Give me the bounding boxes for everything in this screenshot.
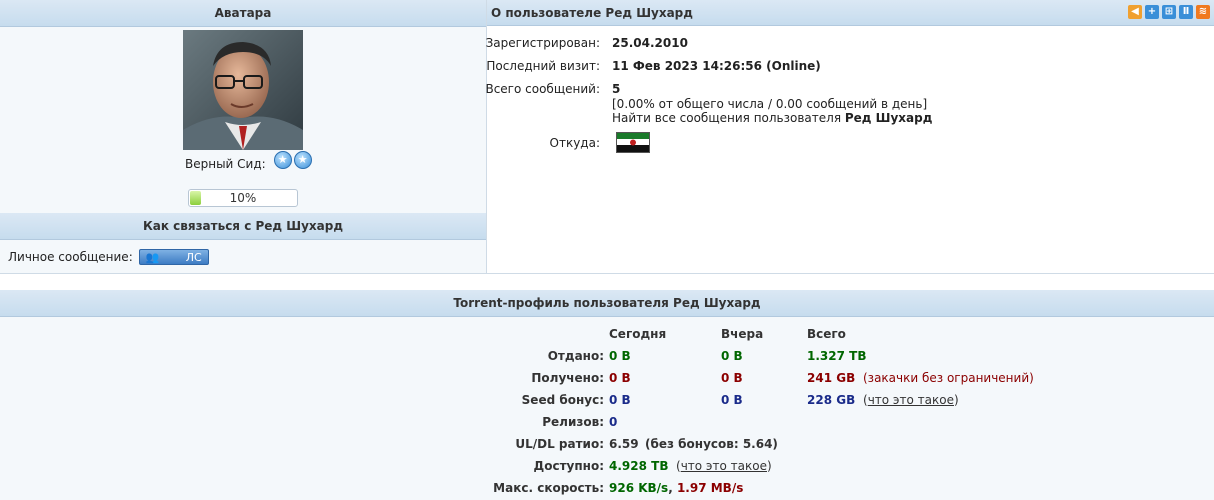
rank-row: Верный Сид: ★ ★ (185, 151, 312, 176)
seed-bonus-label: Seed бонус: (521, 393, 604, 407)
seed-bonus-yesterday: 0 B (721, 393, 743, 407)
pause-icon[interactable]: Ⅱ (1179, 5, 1193, 19)
user-info-header: О пользователе Ред Шухард ◀ + ⊞ Ⅱ ≋ (487, 0, 1214, 26)
available-help: (что это такое) (676, 459, 772, 473)
posts-value: 5 (612, 82, 621, 96)
progress-text: 10% (229, 191, 257, 205)
downloaded-note: (закачки без ограничений) (863, 371, 1034, 385)
feed-icon[interactable]: ≋ (1196, 5, 1210, 19)
pm-label: Личное сообщение: (8, 250, 133, 264)
find-posts-user[interactable]: Ред Шухард (845, 111, 933, 125)
seed-bonus-help-link[interactable]: что это такое (868, 393, 954, 407)
max-speed-sep: , (668, 481, 673, 495)
last-visit-label: Последний визит: (486, 59, 600, 73)
seed-bonus-today: 0 B (609, 393, 631, 407)
user-info-header-text: О пользователе Ред Шухард (491, 6, 693, 20)
torrent-pane (0, 316, 1214, 500)
col-total: Всего (807, 327, 846, 341)
max-speed-up: 926 KB/s (609, 481, 669, 495)
grid-icon[interactable]: ⊞ (1162, 5, 1176, 19)
rank-progress-bar: 10% (188, 189, 298, 207)
pm-button[interactable]: 👥 ЛС (138, 249, 209, 265)
pm-button-label: ЛС (185, 250, 202, 264)
seed-bonus-help: (что это такое) (863, 393, 959, 407)
max-speed-down: 1.97 MB/s (676, 481, 744, 495)
seed-bonus-total: 228 GB (807, 393, 856, 407)
available-help-link[interactable]: что это такое (681, 459, 767, 473)
contact-header: Как связаться с Ред Шухард (0, 213, 486, 240)
downloaded-total: 241 GB (807, 371, 856, 385)
find-posts-prefix: Найти все сообщения пользователя (612, 111, 842, 125)
torrent-header-text: Torrent-профиль пользователя Ред Шухард (453, 296, 761, 310)
uploaded-yesterday: 0 B (721, 349, 743, 363)
releases-value: 0 (609, 415, 618, 429)
avatar-header: Аватара (0, 0, 486, 27)
uploaded-total: 1.327 TB (807, 349, 867, 363)
downloaded-label: Получено: (531, 371, 604, 385)
pm-row: Личное сообщение: 👥 ЛС (8, 249, 209, 265)
rank-label: Верный Сид: (185, 157, 266, 171)
col-today: Сегодня (609, 327, 667, 341)
contact-header-text: Как связаться с Ред Шухард (142, 219, 344, 233)
col-yesterday: Вчера (721, 327, 764, 341)
torrent-header: Torrent-профиль пользователя Ред Шухард (0, 290, 1214, 317)
uploaded-label: Отдано: (547, 349, 604, 363)
available-value: 4.928 TB (609, 459, 669, 473)
avatar-header-text: Аватара (214, 6, 272, 20)
registered-label: Зарегистрирован: (485, 36, 600, 50)
max-speed-value: 926 KB/s, 1.97 MB/s (609, 481, 743, 495)
ratio-label: UL/DL ратио: (515, 437, 604, 451)
posts-label: Всего сообщений: (485, 82, 600, 96)
section-divider (0, 273, 1214, 274)
user-toolbar: ◀ + ⊞ Ⅱ ≋ (1128, 5, 1210, 19)
rank-stars: ★ ★ (273, 151, 312, 169)
location-flag-icon (616, 132, 650, 153)
posts-stats: [0.00% от общего числа / 0.00 сообщений … (612, 97, 928, 111)
users-icon: 👥 (145, 250, 160, 264)
find-posts-link[interactable]: Найти все сообщения пользователя Ред Шух… (612, 111, 932, 125)
available-label: Доступно: (533, 459, 604, 473)
rss-icon[interactable]: ◀ (1128, 5, 1142, 19)
last-visit-value: 11 Фев 2023 14:26:56 (Online) (612, 59, 821, 73)
registered-value: 25.04.2010 (612, 36, 688, 50)
rank-star-icon: ★ (293, 151, 312, 169)
downloaded-today: 0 B (609, 371, 631, 385)
plus-icon[interactable]: + (1145, 5, 1159, 19)
rank-star-icon: ★ (273, 151, 292, 169)
max-speed-label: Макс. скорость: (493, 481, 604, 495)
uploaded-today: 0 B (609, 349, 631, 363)
avatar-image (183, 30, 303, 150)
downloaded-yesterday: 0 B (721, 371, 743, 385)
location-label: Откуда: (549, 136, 600, 150)
ratio-extra: (без бонусов: 5.64) (645, 437, 778, 451)
releases-label: Релизов: (542, 415, 604, 429)
ratio-value: 6.59 (609, 437, 639, 451)
user-avatar (183, 30, 303, 150)
